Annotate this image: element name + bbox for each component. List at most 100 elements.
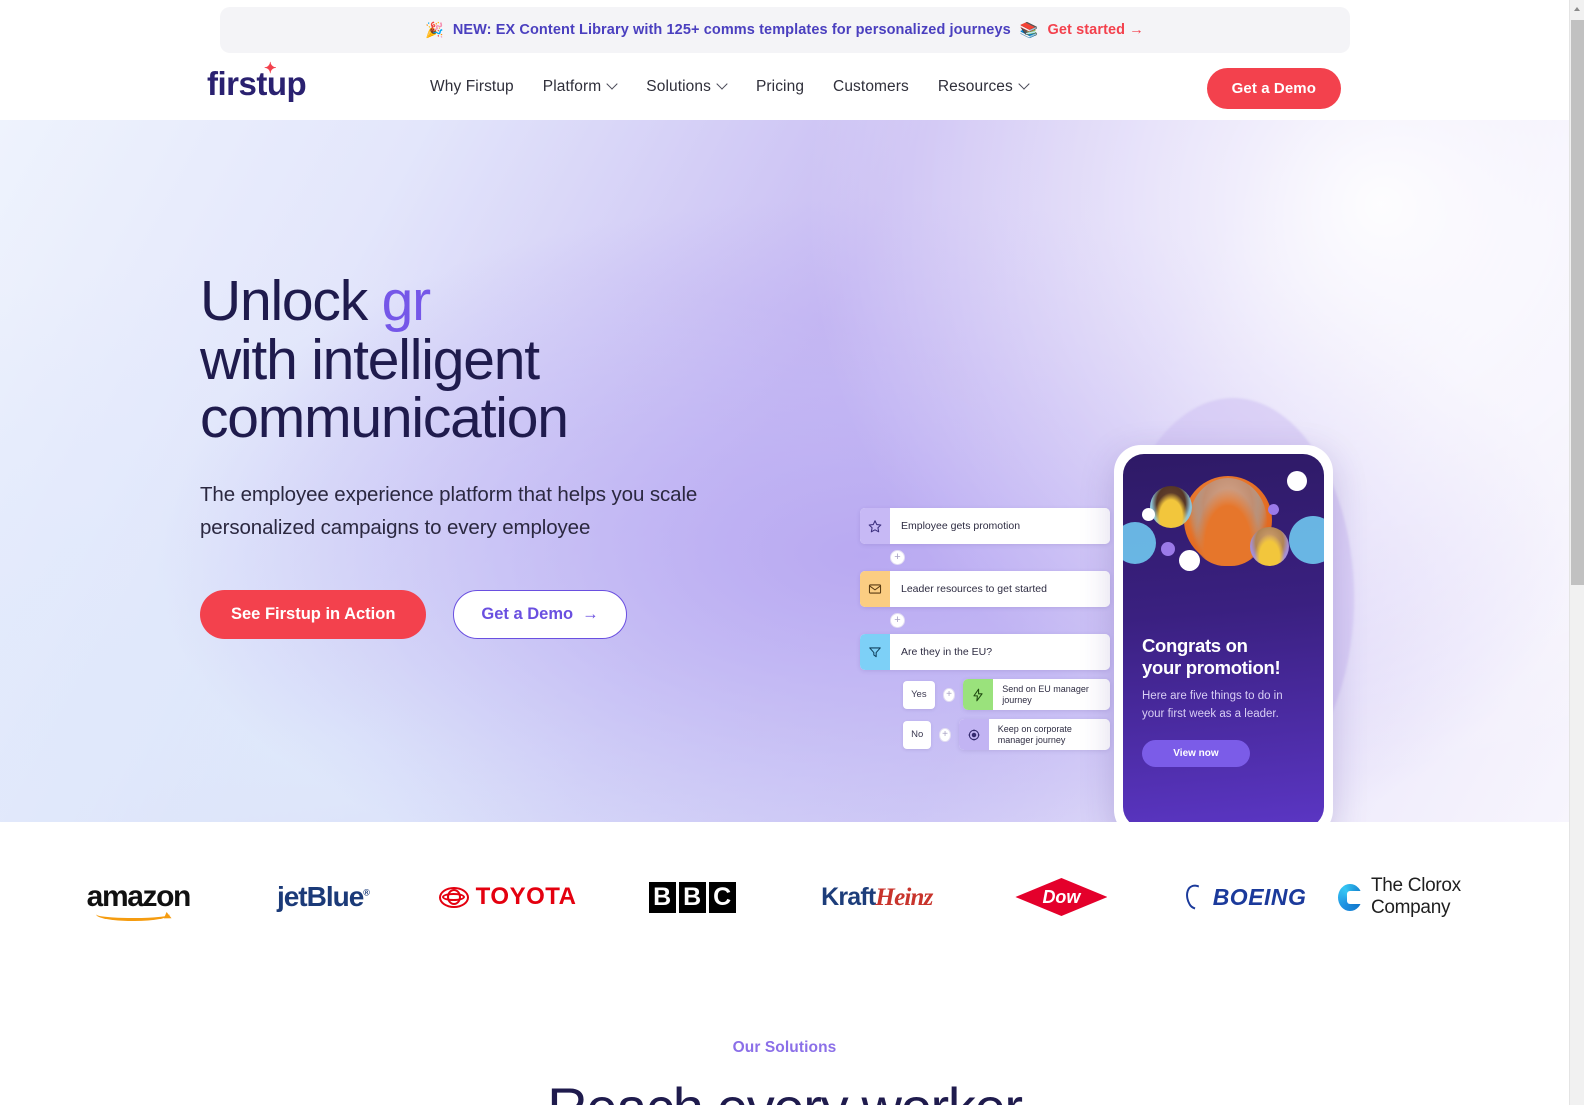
nav-label: Platform xyxy=(542,77,602,95)
solutions-section: Our Solutions Reach every worker xyxy=(0,972,1569,1105)
headline-line-3: communication xyxy=(200,386,569,451)
logo-dow: Dow xyxy=(969,878,1154,916)
nav-item-pricing[interactable]: Pricing xyxy=(756,78,804,96)
flow-step-card[interactable]: Leader resources to get started xyxy=(860,571,1110,607)
nav-item-customers[interactable]: Customers xyxy=(833,78,909,96)
decorative-circle xyxy=(1142,508,1155,521)
nav-links: Why Firstup Platform Solutions Pricing C… xyxy=(430,53,1029,120)
logo-kraft-heinz: KraftHeinz xyxy=(785,883,970,912)
logo-text: Dow xyxy=(1042,886,1081,907)
customer-logo-strip: amazon jetBlue® TOYOTA B B C KraftHeinz … xyxy=(0,822,1569,972)
flow-step-label: Leader resources to get started xyxy=(890,571,1110,607)
page-scrollbar[interactable] xyxy=(1569,0,1584,1105)
trademark-icon: ® xyxy=(363,887,370,898)
section-title: Reach every worker xyxy=(0,1078,1569,1105)
phone-title-line-1: Congrats on xyxy=(1142,635,1248,656)
headline-line-2: with intelligent xyxy=(200,327,540,392)
flow-branch-card[interactable]: Keep on corporate manager journey xyxy=(958,719,1111,750)
target-icon xyxy=(958,719,989,750)
add-step-button[interactable]: + xyxy=(890,550,905,565)
announcement-bar[interactable]: 🎉 NEW: EX Content Library with 125+ comm… xyxy=(219,7,1350,53)
logo-text: jetBlue xyxy=(276,881,364,912)
logo-wordmark: firstup xyxy=(207,65,307,102)
flow-step-card[interactable]: Employee gets promotion xyxy=(860,508,1110,544)
nav-item-why-firstup[interactable]: Why Firstup xyxy=(430,78,514,96)
nav-label: Customers xyxy=(833,77,909,95)
phone-view-now-button[interactable]: View now xyxy=(1142,739,1250,767)
party-popper-icon: 🎉 xyxy=(425,21,444,39)
hero-copy: Unlock gr with intelligent communication… xyxy=(200,272,760,639)
arrow-right-icon: → xyxy=(582,604,599,623)
avatar-secondary xyxy=(1150,486,1192,528)
chevron-down-icon xyxy=(718,80,727,89)
envelope-icon xyxy=(860,571,890,607)
firstup-logo[interactable]: firstup ✦ xyxy=(207,61,307,102)
nav-label: Pricing xyxy=(755,77,805,95)
logo-text-italic: Heinz xyxy=(875,883,933,911)
decorative-circle xyxy=(1268,504,1279,515)
nav-item-resources[interactable]: Resources xyxy=(938,78,1029,96)
nav-item-solutions[interactable]: Solutions xyxy=(646,78,727,96)
phone-content: Congrats on your promotion! Here are fiv… xyxy=(1123,619,1324,767)
add-step-button[interactable]: + xyxy=(890,613,905,628)
main-navigation: firstup ✦ Why Firstup Platform Solutions… xyxy=(0,53,1569,120)
branch-condition-label: No xyxy=(903,720,932,749)
flow-branch-card[interactable]: Send on EU manager journey xyxy=(963,679,1110,710)
button-label: Get a Demo xyxy=(481,604,574,623)
phone-title: Congrats on your promotion! xyxy=(1142,635,1305,678)
see-firstup-in-action-button[interactable]: See Firstup in Action xyxy=(200,589,427,639)
toyota-emblem-icon xyxy=(438,886,469,908)
logo-text: The Clorox Company xyxy=(1370,875,1461,918)
flow-branch-label: Keep on corporate manager journey xyxy=(988,719,1111,750)
headline-line-1: Unlock gr xyxy=(200,269,432,333)
filter-icon xyxy=(860,634,890,670)
logo-text: TOYOTA xyxy=(475,883,577,910)
flow-branch-yes: Yes + Send on EU manager journey xyxy=(903,679,1110,710)
phone-mockup: Congrats on your promotion! Here are fiv… xyxy=(1114,445,1333,822)
phone-screen: Congrats on your promotion! Here are fiv… xyxy=(1123,454,1324,822)
books-icon: 📚 xyxy=(1019,21,1039,39)
section-eyebrow: Our Solutions xyxy=(732,1039,837,1056)
phone-title-line-2: your promotion! xyxy=(1142,656,1281,678)
nav-get-a-demo-button[interactable]: Get a Demo xyxy=(1206,68,1341,109)
amazon-smile-icon xyxy=(95,907,170,921)
hero-section: Unlock gr with intelligent communication… xyxy=(0,120,1569,822)
nav-item-platform[interactable]: Platform xyxy=(543,78,618,96)
flow-step-card[interactable]: Are they in the EU? xyxy=(860,634,1110,670)
logo-text: Kraft xyxy=(821,882,876,911)
headline-static: Unlock xyxy=(200,269,382,333)
scroll-up-arrow-icon[interactable] xyxy=(1570,0,1584,17)
flow-step-label: Are they in the EU? xyxy=(890,634,1110,670)
logo-letter: B xyxy=(648,881,676,913)
logo-text: BOEING xyxy=(1212,883,1307,910)
branch-condition-label: Yes xyxy=(903,680,935,709)
page-viewport: 🎉 NEW: EX Content Library with 125+ comm… xyxy=(0,0,1569,1105)
announcement-text: NEW: EX Content Library with 125+ comms … xyxy=(452,22,1011,38)
chevron-down-icon xyxy=(608,80,617,89)
logo-amazon: amazon xyxy=(46,880,231,921)
decorative-circle xyxy=(1123,522,1156,564)
hero-get-a-demo-button[interactable]: Get a Demo → xyxy=(453,589,627,639)
nav-label: Resources xyxy=(937,77,1013,95)
decorative-circle xyxy=(1179,550,1200,571)
decorative-circle xyxy=(1289,516,1324,564)
flow-branch-no: No + Keep on corporate manager journey xyxy=(903,719,1111,750)
avatar-tertiary xyxy=(1250,527,1289,566)
logo-letter: B xyxy=(678,881,706,913)
announcement-get-started-link[interactable]: Get started → xyxy=(1047,22,1143,38)
add-step-button[interactable]: + xyxy=(939,727,951,742)
flow-branch-label: Send on EU manager journey xyxy=(993,679,1110,710)
logo-letter: C xyxy=(708,881,736,913)
logo-bbc: B B C xyxy=(600,881,785,913)
boeing-swoosh-icon xyxy=(1180,880,1213,914)
scrollbar-thumb[interactable] xyxy=(1571,20,1584,585)
phone-hero-graphic xyxy=(1123,454,1324,619)
nav-label: Solutions xyxy=(646,77,711,95)
headline-accent: gr xyxy=(381,269,432,333)
logo-toyota: TOYOTA xyxy=(415,883,600,911)
add-step-button[interactable]: + xyxy=(942,687,956,702)
flow-step-label: Employee gets promotion xyxy=(890,508,1110,544)
chevron-down-icon xyxy=(1020,80,1029,89)
sparkle-icon: ✦ xyxy=(263,60,277,77)
nav-label: Why Firstup xyxy=(430,77,514,95)
